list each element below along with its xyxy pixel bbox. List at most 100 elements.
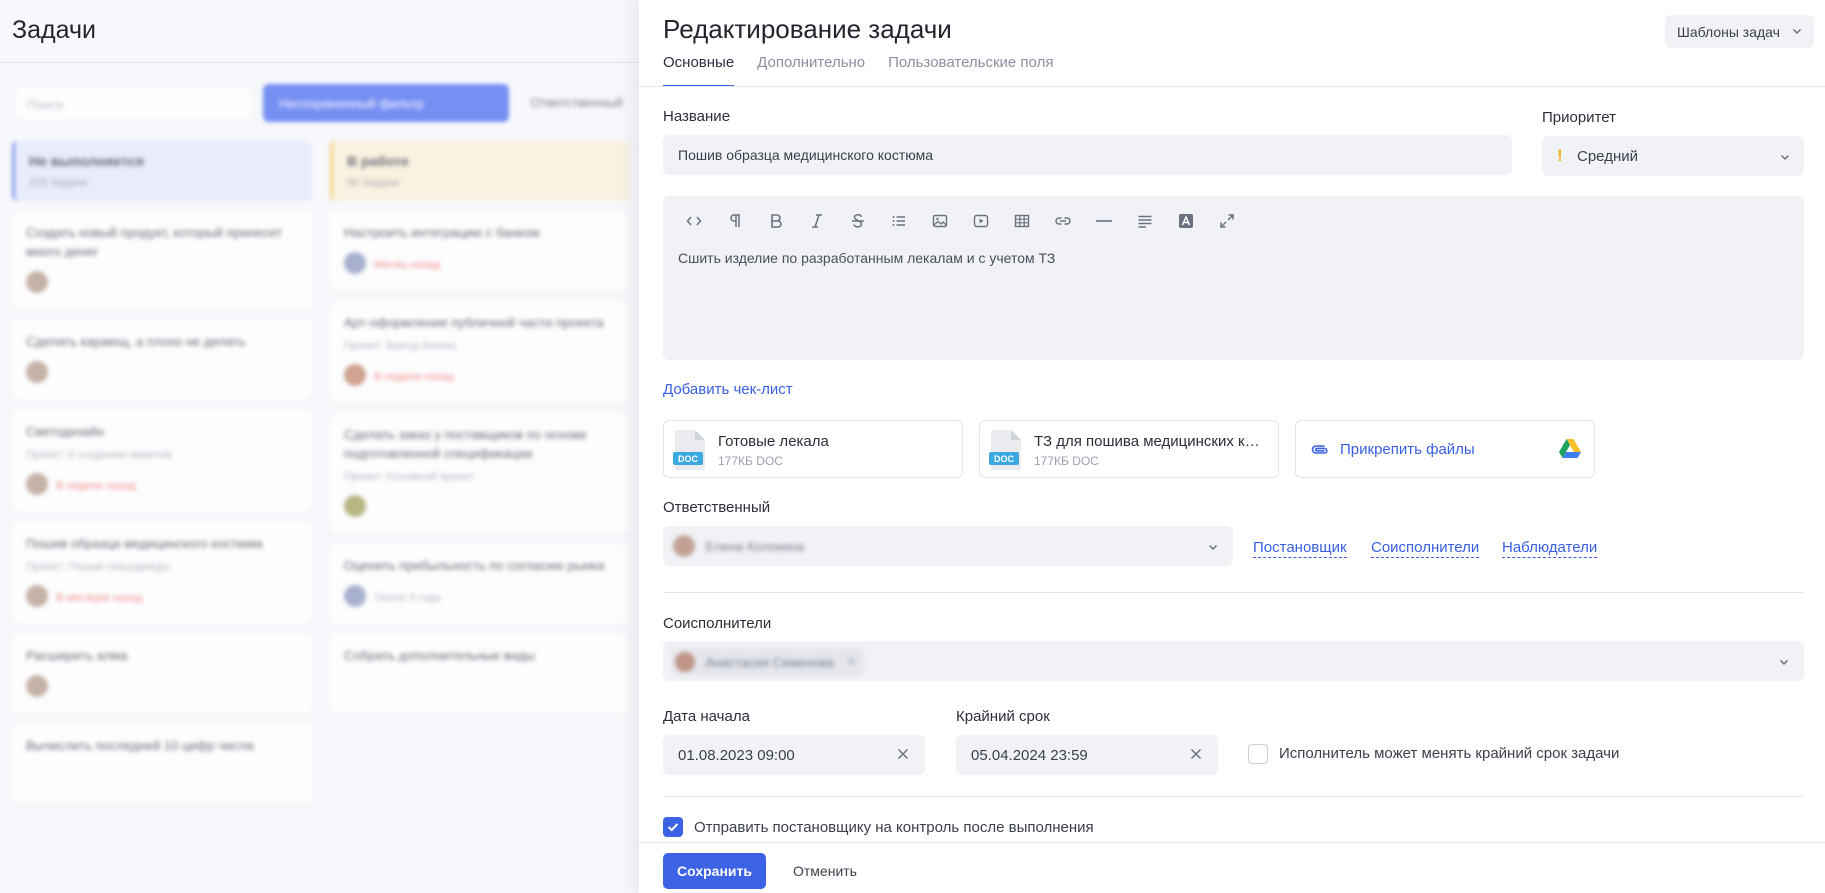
board-responsible-filter[interactable]: Ответственный (530, 95, 623, 110)
task-card[interactable]: Создать новый продукт, который принесет … (12, 211, 312, 310)
font-color-icon[interactable] (1165, 206, 1206, 236)
attached-file[interactable]: DOC ТЗ для пошива медицинских костюмов 1… (979, 420, 1279, 478)
clear-icon[interactable] (896, 747, 910, 766)
paragraph-icon[interactable] (714, 206, 755, 236)
task-card[interactable]: Собрать дополнительные виды (330, 634, 630, 714)
task-card[interactable]: Вычислить последней 10 цифр числа (12, 724, 312, 804)
link-icon[interactable] (1042, 206, 1083, 236)
avatar (344, 252, 366, 274)
board-title: Задачи (12, 16, 96, 44)
can-change-deadline-label: Исполнитель может менять крайний срок за… (1279, 745, 1620, 762)
avatar (344, 495, 366, 517)
chevron-down-icon (1207, 540, 1219, 558)
clear-icon[interactable] (1189, 747, 1203, 766)
list-icon[interactable] (878, 206, 919, 236)
start-date-value: 01.08.2023 09:00 (678, 747, 795, 764)
responsible-select[interactable]: Елена Колокина (663, 526, 1233, 566)
tab-main[interactable]: Основные (663, 54, 735, 87)
horizontal-rule-icon[interactable] (1083, 206, 1124, 236)
card-overdue: Месяц назад (374, 259, 440, 271)
card-title: Настроить интеграцию с банком (344, 225, 540, 240)
file-name: Готовые лекала (718, 433, 829, 450)
priority-value: Средний (1577, 148, 1638, 165)
coexecutors-select[interactable]: Анастасия Семенова ✕ (663, 641, 1804, 681)
avatar (26, 585, 48, 607)
task-card[interactable]: Расширить алма (12, 634, 312, 714)
send-control-checkbox[interactable] (663, 817, 683, 837)
board-column-in-progress: В работе 90 Задачи Настроить интеграцию … (330, 141, 630, 714)
bold-icon[interactable] (755, 206, 796, 236)
description-editor[interactable]: Сшить изделие по разработанным лекалам и… (663, 196, 1804, 360)
task-card[interactable]: Светодизайн Проект: К созданию макетов В н… (12, 410, 312, 512)
paperclip-icon (1310, 440, 1330, 465)
board-search-input[interactable]: Поиск (14, 85, 254, 121)
file-size: 177КБ DOC (718, 454, 783, 468)
cancel-button[interactable]: Отменить (793, 863, 857, 879)
task-card[interactable]: Пошив образца медицинского костюма Проект… (12, 522, 312, 624)
fullscreen-icon[interactable] (1206, 206, 1247, 236)
panel-tabs: Основные Дополнительно Пользовательские … (663, 54, 1076, 87)
close-icon[interactable]: ✕ (846, 655, 856, 669)
strikethrough-icon[interactable] (837, 206, 878, 236)
panel-footer: Сохранить Отменить (639, 842, 1825, 893)
file-ext: DOC (678, 454, 699, 464)
code-icon[interactable] (673, 206, 714, 236)
card-overdue: В недели назад (374, 371, 454, 383)
attached-file[interactable]: DOC Готовые лекала 177КБ DOC (663, 420, 963, 478)
send-control-label: Отправить постановщику на контроль после… (694, 819, 1094, 836)
deadline-input[interactable]: 05.04.2024 23:59 (956, 735, 1218, 775)
add-checklist-link[interactable]: Добавить чек-лист (663, 381, 793, 398)
task-card[interactable]: Сделать заказ у поставщиков по основе по… (330, 413, 630, 534)
task-edit-panel: Редактирование задачи Шаблоны задач Осно… (639, 0, 1825, 893)
role-link-creator[interactable]: Постановщик (1253, 539, 1347, 558)
role-link-coexecutors[interactable]: Соисполнители (1371, 539, 1480, 558)
role-link-observers[interactable]: Наблюдатели (1502, 539, 1598, 558)
google-drive-icon[interactable] (1559, 439, 1581, 464)
column-header: Не выполняется 203 Задачи (12, 141, 312, 201)
column-count: 90 Задачи (347, 177, 400, 189)
column-title: В работе (347, 153, 409, 169)
description-text: Сшить изделие по разработанным лекалам и… (678, 250, 1056, 266)
video-icon[interactable] (960, 206, 1001, 236)
table-icon[interactable] (1001, 206, 1042, 236)
task-card[interactable]: Настроить интеграцию с банком Месяц назад (330, 211, 630, 291)
column-title: Не выполняется (29, 153, 144, 169)
card-title: Расширить алма (26, 648, 128, 663)
save-button[interactable]: Сохранить (663, 853, 766, 889)
doc-file-icon: DOC (989, 430, 1021, 470)
task-card[interactable]: Сделать карающ, а плохо не делать (12, 320, 312, 400)
card-title: Вычислить последней 10 цифр числа (26, 738, 254, 753)
image-icon[interactable] (919, 206, 960, 236)
board-filter-button[interactable]: Несохраненный фильтр (263, 84, 509, 122)
avatar (26, 361, 48, 383)
task-name-input[interactable] (663, 135, 1512, 175)
section-divider (663, 796, 1804, 797)
italic-icon[interactable] (796, 206, 837, 236)
responsible-chip: Елена Колокина (673, 535, 804, 557)
avatar (26, 271, 48, 293)
avatar (673, 535, 695, 557)
card-subtitle: Проект: Основной проект (344, 471, 475, 483)
attach-files-button[interactable]: Прикрепить файлы (1295, 420, 1595, 478)
task-card[interactable]: Оценить прибыльность по согласию рынка Ок… (330, 544, 630, 624)
can-change-deadline-checkbox[interactable] (1248, 744, 1268, 764)
task-templates-button[interactable]: Шаблоны задач (1665, 15, 1814, 48)
responsible-name: Елена Колокина (705, 538, 804, 554)
avatar (675, 652, 695, 672)
priority-select[interactable]: ! Средний (1542, 136, 1804, 176)
start-date-input[interactable]: 01.08.2023 09:00 (663, 735, 925, 775)
align-icon[interactable] (1124, 206, 1165, 236)
responsible-label: Ответственный (663, 499, 771, 516)
section-divider (663, 592, 1804, 593)
coexecutor-chip[interactable]: Анастасия Семенова ✕ (671, 648, 865, 676)
task-card[interactable]: Арт-оформление публичной части проекта Пр… (330, 301, 630, 403)
tab-additional[interactable]: Дополнительно (757, 54, 865, 87)
tabs-divider (639, 86, 1825, 87)
avatar (26, 473, 48, 495)
tab-custom-fields[interactable]: Пользовательские поля (888, 54, 1053, 87)
card-title: Светодизайн (26, 424, 105, 439)
doc-file-icon: DOC (673, 430, 705, 470)
deadline-label: Крайний срок (956, 708, 1050, 725)
file-size: 177КБ DOC (1034, 454, 1099, 468)
card-title: Сделать карающ, а плохо не делать (26, 334, 246, 349)
